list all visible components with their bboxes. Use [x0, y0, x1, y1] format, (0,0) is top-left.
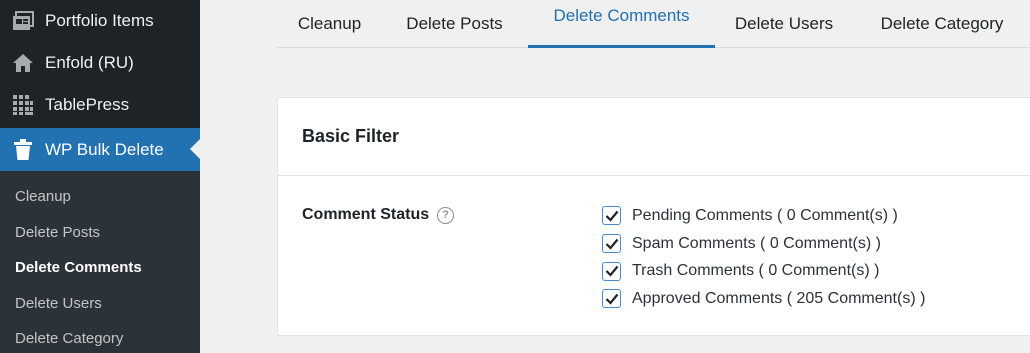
- submenu-item-delete-category[interactable]: Delete Category: [0, 321, 200, 353]
- menu-item-label: TablePress: [45, 95, 130, 114]
- menu-item-label: Portfolio Items: [45, 11, 154, 30]
- option-trash-comments[interactable]: Trash Comments ( 0 Comment(s) ): [602, 257, 925, 285]
- tab-delete-category[interactable]: Delete Category: [867, 0, 1017, 48]
- tab-cleanup[interactable]: Cleanup: [277, 0, 382, 48]
- submenu-item-delete-comments[interactable]: Delete Comments: [0, 250, 200, 286]
- comment-status-label-row: Comment Status ?: [302, 206, 455, 224]
- trash-icon: [11, 138, 35, 162]
- menu-item-portfolio-items[interactable]: Portfolio Items: [0, 0, 200, 42]
- comment-status-label: Comment Status: [302, 206, 430, 223]
- tab-delete-users[interactable]: Delete Users: [724, 0, 844, 48]
- checkbox-spam-comments[interactable]: [602, 234, 621, 254]
- option-label: Trash Comments ( 0 Comment(s) ): [632, 262, 880, 280]
- checkbox-trash-comments[interactable]: [602, 261, 621, 281]
- submenu: Cleanup Delete Posts Delete Comments Del…: [0, 171, 200, 353]
- option-label: Spam Comments ( 0 Comment(s) ): [632, 234, 881, 252]
- submenu-item-delete-users[interactable]: Delete Users: [0, 286, 200, 322]
- checkmark-icon: [605, 210, 618, 222]
- menu-item-label: Enfold (RU): [45, 53, 134, 72]
- tab-delete-posts[interactable]: Delete Posts: [392, 0, 517, 48]
- home-icon: [11, 51, 35, 75]
- basic-filter-card: Basic Filter Comment Status ? Pending Co…: [277, 97, 1030, 336]
- menu-item-tablepress[interactable]: TablePress: [0, 84, 200, 126]
- checkmark-icon: [605, 266, 618, 277]
- menu-item-label: WP Bulk Delete: [45, 139, 164, 159]
- option-approved-comments[interactable]: Approved Comments ( 205 Comment(s) ): [602, 285, 925, 313]
- checkbox-approved-comments[interactable]: [602, 289, 621, 309]
- portfolio-icon: [11, 9, 35, 33]
- option-label: Pending Comments ( 0 Comment(s) ): [632, 206, 898, 224]
- option-label: Approved Comments ( 205 Comment(s) ): [632, 289, 926, 307]
- submenu-item-delete-posts[interactable]: Delete Posts: [0, 215, 200, 251]
- card-title: Basic Filter: [278, 98, 1030, 176]
- help-icon[interactable]: ?: [437, 206, 455, 224]
- option-pending-comments[interactable]: Pending Comments ( 0 Comment(s) ): [602, 202, 925, 230]
- table-icon: [11, 93, 35, 117]
- checkbox-pending-comments[interactable]: [602, 206, 621, 226]
- checkmark-icon: [605, 238, 618, 250]
- tab-bar: Cleanup Delete Posts Delete Comments Del…: [277, 0, 1030, 48]
- tab-delete-comments[interactable]: Delete Comments: [528, 0, 715, 48]
- option-spam-comments[interactable]: Spam Comments ( 0 Comment(s) ): [602, 230, 925, 258]
- submenu-item-cleanup[interactable]: Cleanup: [0, 179, 200, 215]
- comment-status-options: Pending Comments ( 0 Comment(s) ) Spam C…: [602, 202, 925, 313]
- menu-item-enfold[interactable]: Enfold (RU): [0, 42, 200, 84]
- menu-item-wp-bulk-delete[interactable]: WP Bulk Delete: [0, 128, 200, 171]
- checkmark-icon: [605, 293, 618, 305]
- admin-sidebar: Portfolio Items Enfold (RU) TablePress W…: [0, 0, 200, 353]
